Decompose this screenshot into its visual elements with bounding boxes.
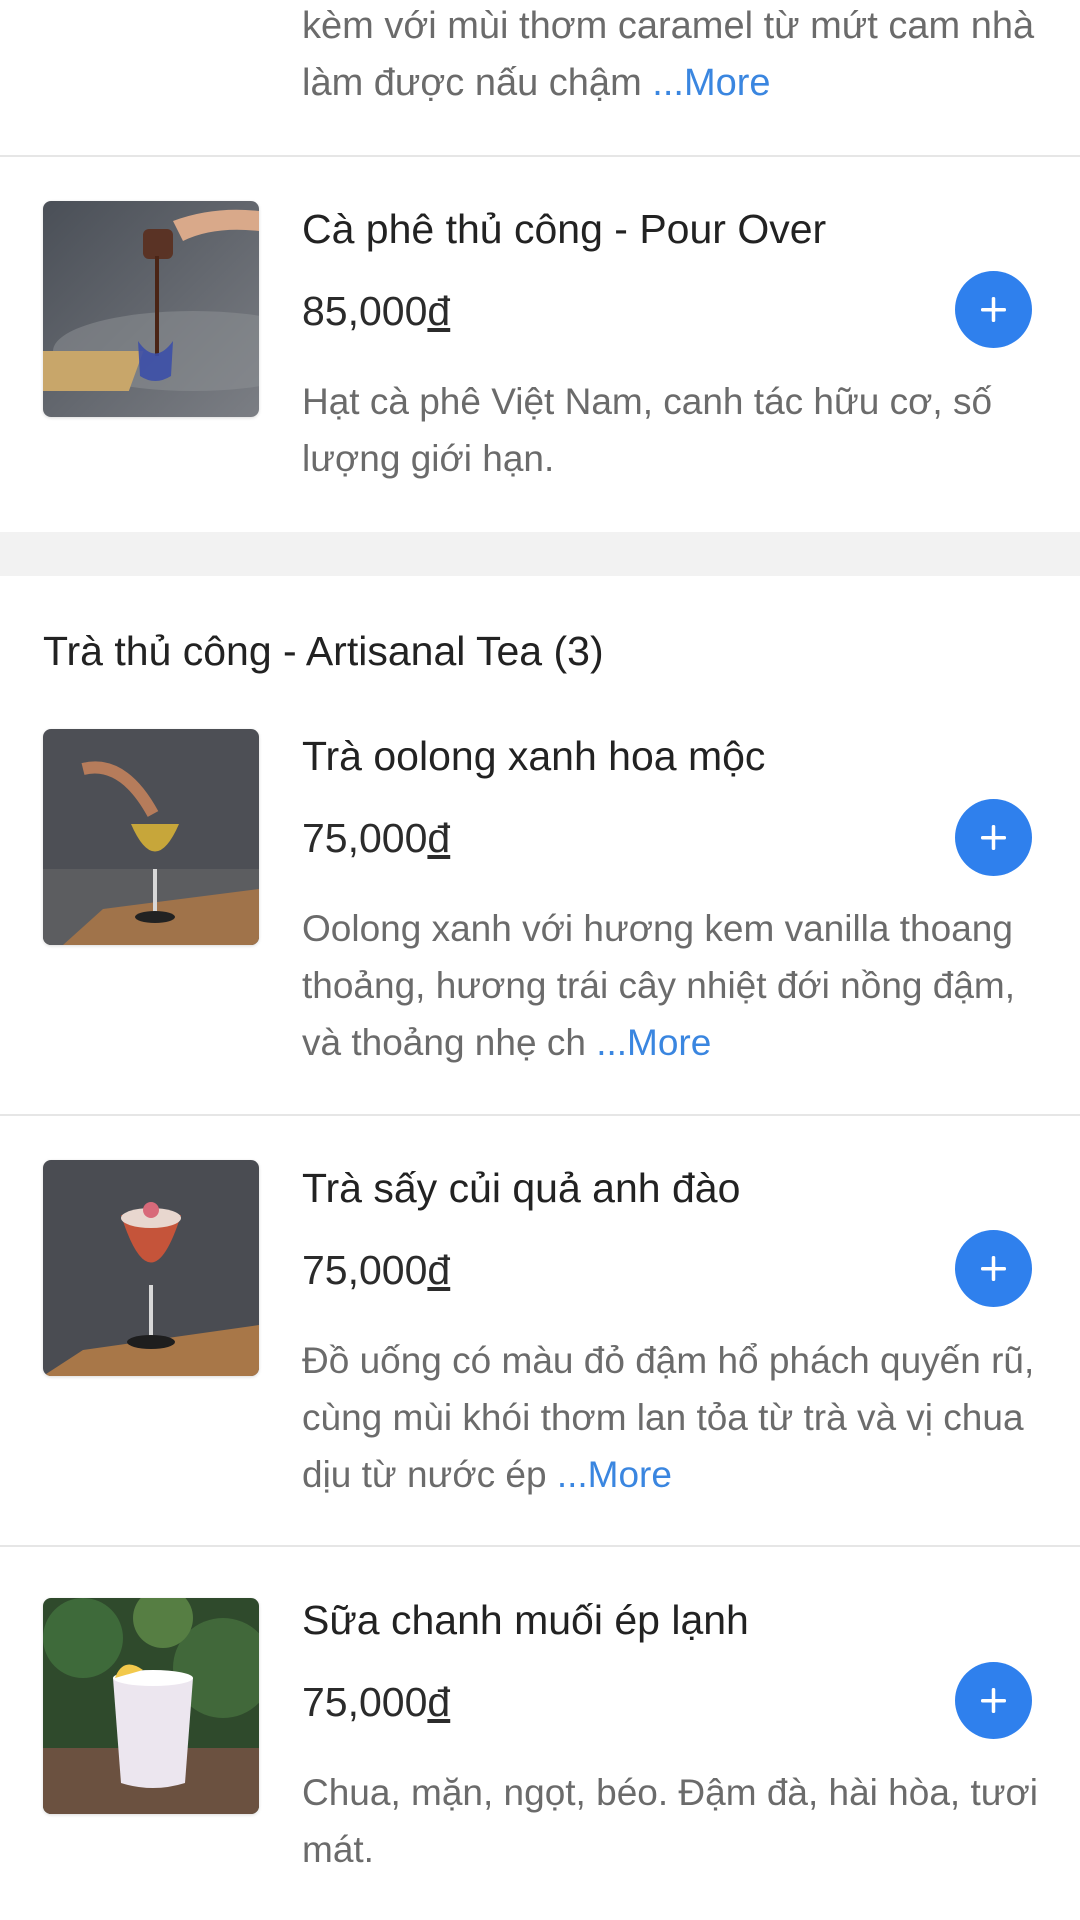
plus-icon bbox=[981, 297, 1006, 322]
item-description: Đồ uống có màu đỏ đậm hổ phách quyến rũ,… bbox=[302, 1332, 1050, 1503]
currency-symbol: đ bbox=[427, 815, 451, 861]
add-to-cart-button[interactable] bbox=[955, 799, 1032, 876]
price-value: 75,000 bbox=[302, 815, 428, 861]
item-description: Oolong xanh với hương kem vanilla thoang… bbox=[302, 900, 1050, 1071]
more-link[interactable]: ...More bbox=[596, 1022, 711, 1063]
item-description: Hạt cà phê Việt Nam, canh tác hữu cơ, số… bbox=[302, 373, 1050, 487]
item-title: Sữa chanh muối ép lạnh bbox=[302, 1597, 749, 1643]
divider bbox=[0, 1114, 1080, 1116]
divider bbox=[0, 155, 1080, 157]
oolong-tea-glass-image[interactable] bbox=[43, 729, 259, 945]
item-description-text: Chua, mặn, ngọt, béo. Đậm đà, hài hòa, t… bbox=[302, 1772, 1039, 1870]
item-price: 85,000đ bbox=[302, 288, 450, 335]
section-separator bbox=[0, 532, 1080, 576]
price-value: 85,000 bbox=[302, 288, 428, 334]
item-title: Trà oolong xanh hoa mộc bbox=[302, 733, 766, 779]
item-title: Cà phê thủ công - Pour Over bbox=[302, 206, 827, 252]
add-to-cart-button[interactable] bbox=[955, 271, 1032, 348]
price-value: 75,000 bbox=[302, 1247, 428, 1293]
salted-lemon-milk-image[interactable] bbox=[43, 1598, 259, 1814]
more-link[interactable]: ...More bbox=[652, 62, 770, 104]
item-title: Trà sấy củi quả anh đào bbox=[302, 1165, 741, 1211]
cherry-tea-glass-image[interactable] bbox=[43, 1160, 259, 1376]
more-link[interactable]: ...More bbox=[557, 1454, 672, 1495]
item-price: 75,000đ bbox=[302, 1679, 450, 1726]
previous-desc-line-1: kèm với mùi thơm caramel từ mứt cam nhà bbox=[302, 5, 1035, 47]
add-to-cart-button[interactable] bbox=[955, 1230, 1032, 1307]
previous-desc-text: làm được nấu chậm bbox=[302, 62, 653, 104]
plus-icon bbox=[981, 1256, 1006, 1281]
price-value: 75,000 bbox=[302, 1679, 428, 1725]
currency-symbol: đ bbox=[427, 1247, 451, 1293]
item-description-text: Hạt cà phê Việt Nam, canh tác hữu cơ, số… bbox=[302, 381, 993, 479]
menu-page: kèm với mùi thơm caramel từ mứt cam nhà … bbox=[0, 0, 1080, 1920]
currency-symbol: đ bbox=[427, 1679, 451, 1725]
plus-icon bbox=[981, 1688, 1006, 1713]
item-description: Chua, mặn, ngọt, béo. Đậm đà, hài hòa, t… bbox=[302, 1764, 1050, 1878]
previous-desc-line-2: làm được nấu chậm ...More bbox=[302, 55, 771, 112]
add-to-cart-button[interactable] bbox=[955, 1662, 1032, 1739]
section-title-artisanal-tea: Trà thủ công - Artisanal Tea (3) bbox=[43, 628, 604, 674]
divider bbox=[0, 1545, 1080, 1547]
plus-icon bbox=[981, 825, 1006, 850]
pour-over-coffee-image[interactable] bbox=[43, 201, 259, 417]
currency-symbol: đ bbox=[427, 288, 451, 334]
item-price: 75,000đ bbox=[302, 815, 450, 862]
item-price: 75,000đ bbox=[302, 1247, 450, 1294]
